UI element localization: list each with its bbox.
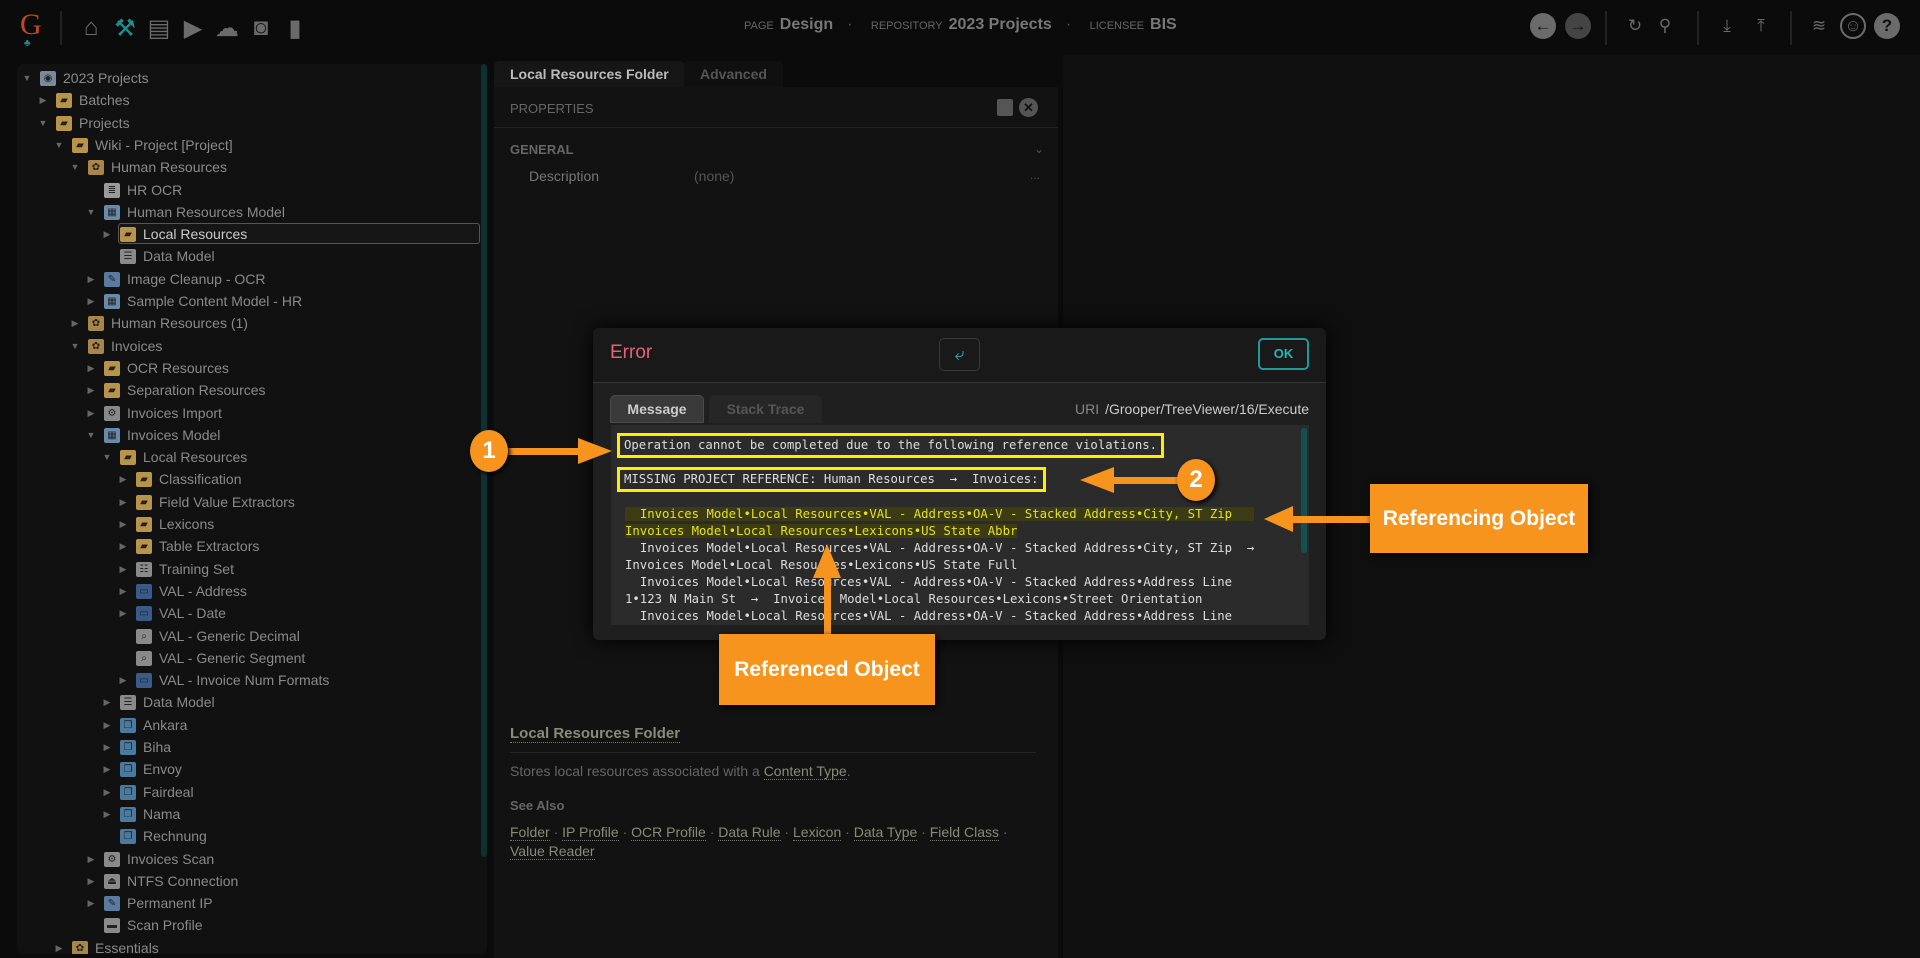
arrow-2-shaft (1113, 477, 1181, 484)
arrow-1-head (578, 438, 612, 464)
arrow-1-shaft (505, 448, 580, 455)
referencing-object-callout: Referencing Object (1370, 484, 1588, 553)
annotation-number-2: 2 (1177, 459, 1215, 501)
arrow-referencing-head (1264, 506, 1293, 532)
arrow-referencing-shaft (1292, 516, 1372, 523)
referenced-object-callout: Referenced Object (719, 634, 935, 705)
annotation-number-1: 1 (470, 430, 508, 472)
arrow-referenced-head (813, 544, 841, 578)
annotation-arrows (505, 438, 1372, 637)
arrow-referenced-shaft (824, 575, 831, 637)
arrow-2-head (1080, 467, 1114, 493)
